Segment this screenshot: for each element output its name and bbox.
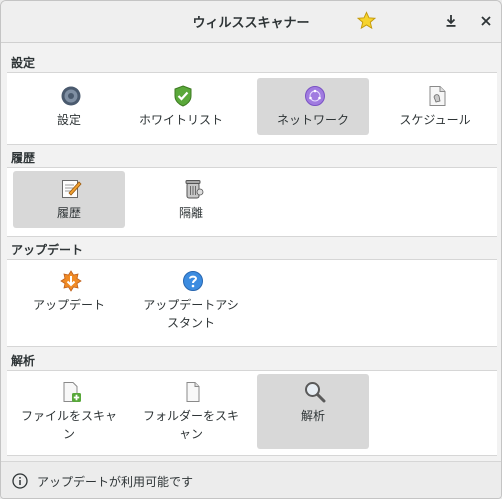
tile-label: 隔離	[178, 206, 203, 220]
tile-scan-folder[interactable]: フォルダーをスキャン	[135, 374, 247, 449]
tile-label: フォルダーをスキャン	[142, 409, 239, 441]
gear-icon	[60, 85, 82, 107]
update-star-icon	[60, 270, 82, 292]
tile-label: 履歴	[56, 206, 81, 220]
scan-folder-icon	[182, 381, 204, 403]
titlebar: ウィルススキャナー	[1, 1, 501, 43]
download-icon[interactable]	[444, 14, 458, 31]
section-settings: 設定 ホワイトリスト ネットワーク スケジュール	[7, 72, 497, 145]
close-icon[interactable]	[479, 14, 493, 31]
quarantine-bin-icon	[182, 178, 204, 200]
schedule-icon	[426, 85, 448, 107]
history-notepad-icon	[60, 178, 82, 200]
tile-schedule[interactable]: スケジュール	[379, 78, 491, 135]
section-history: 履歴 隔離	[7, 167, 497, 237]
window-title: ウィルススキャナー	[192, 16, 310, 31]
tile-history[interactable]: 履歴	[13, 171, 125, 228]
tile-label: スケジュール	[399, 113, 471, 127]
section-header-update: アップデート	[11, 243, 84, 257]
tile-network[interactable]: ネットワーク	[257, 78, 369, 135]
tile-update[interactable]: アップデート	[13, 263, 125, 338]
magnifier-icon	[304, 381, 326, 403]
tile-update-assistant[interactable]: アップデートアシスタント	[135, 263, 247, 338]
tile-scan-file[interactable]: ファイルをスキャン	[13, 374, 125, 449]
status-infobar: アップデートが利用可能です	[1, 461, 501, 498]
scan-file-icon	[60, 381, 82, 403]
tile-analysis[interactable]: 解析	[257, 374, 369, 449]
tile-whitelist[interactable]: ホワイトリスト	[125, 78, 237, 135]
tile-quarantine[interactable]: 隔離	[135, 171, 247, 228]
status-message: アップデートが利用可能です	[37, 475, 194, 489]
section-update: アップデート アップデートアシスタント	[7, 259, 497, 347]
section-analysis: ファイルをスキャン フォルダーをスキャン 解析	[7, 370, 497, 456]
tile-label: アップデートアシスタント	[143, 298, 239, 330]
section-header-settings: 設定	[11, 56, 36, 70]
tile-label: 設定	[56, 113, 81, 127]
help-icon	[182, 270, 204, 292]
tile-label: 解析	[300, 409, 325, 423]
tile-label: ファイルをスキャン	[20, 409, 117, 441]
shield-check-icon	[172, 85, 194, 107]
network-globe-icon	[304, 85, 326, 107]
section-header-history: 履歴	[11, 151, 36, 165]
section-header-analysis: 解析	[11, 354, 36, 368]
star-icon[interactable]	[356, 11, 377, 33]
tile-label: ネットワーク	[276, 113, 349, 127]
tile-settings[interactable]: 設定	[13, 78, 125, 135]
tile-label: アップデート	[32, 298, 105, 312]
info-icon	[12, 473, 28, 492]
main-content: 設定 設定 ホワイトリスト ネットワーク スケジュール 履歴 履歴 隔離 アップ…	[1, 43, 501, 456]
tile-label: ホワイトリスト	[138, 113, 223, 127]
app-window: ウィルススキャナー 設定 設定 ホワイトリスト ネットワーク スケジュール 履歴…	[0, 0, 502, 499]
